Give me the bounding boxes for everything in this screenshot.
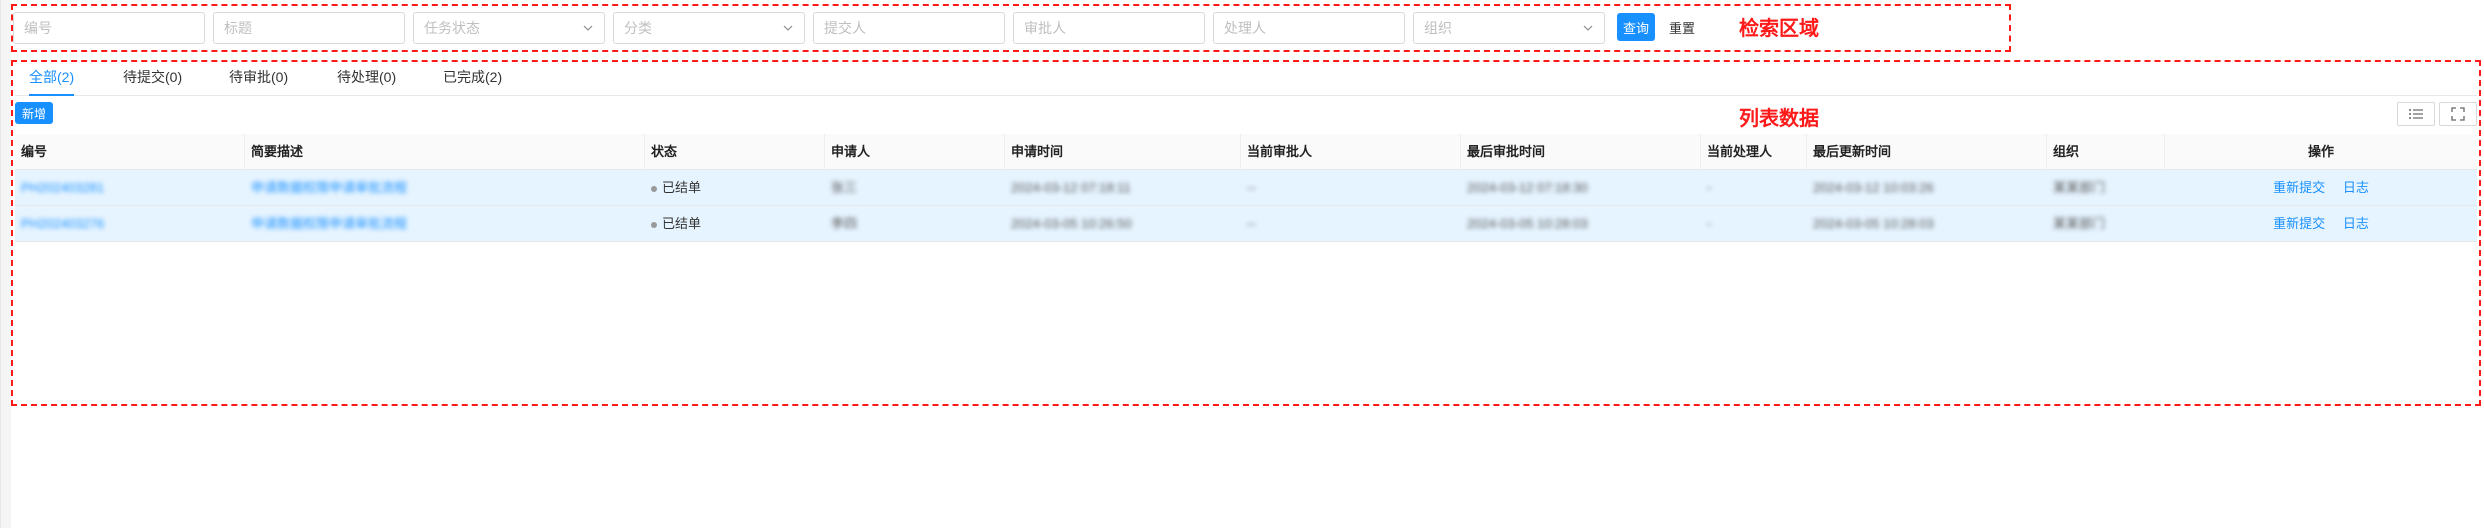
tab-completed[interactable]: 已完成(2) [443,66,502,96]
category-input[interactable] [624,20,794,36]
update-time-cell: 2024-03-05 10:28:03 [1813,216,1934,231]
org-select[interactable] [1413,12,1605,44]
status-tabs: 全部(2) 待提交(0) 待审批(0) 待处理(0) 已完成(2) [15,62,2477,96]
column-header: 编号 [15,134,245,170]
column-header: 当前处理人 [1701,134,1807,170]
last-approve-time-cell: 2024-03-05 10:28:03 [1467,216,1588,231]
table-row[interactable]: PH202403281 申请数据权限申请审批流程 已结单 张三 2024-03-… [15,170,2477,206]
handler-input[interactable] [1224,20,1394,36]
task-status-input[interactable] [424,20,594,36]
column-header: 组织 [2047,134,2165,170]
id-cell[interactable]: PH202403276 [15,206,104,242]
status-text: 已结单 [662,180,702,195]
title-field[interactable] [213,12,405,44]
resubmit-link[interactable]: 重新提交 [2273,216,2325,231]
last-approve-time-cell: 2024-03-12 07:18:30 [1467,180,1588,195]
log-link[interactable]: 日志 [2343,216,2369,231]
apply-time-cell: 2024-03-05 10:26:50 [1011,216,1132,231]
desc-cell[interactable]: 申请数据权限申请审批流程 [245,206,407,242]
org-cell: 某某部门 [2053,216,2106,231]
reset-button[interactable]: 重置 [1663,13,1701,41]
category-select[interactable] [613,12,805,44]
apply-time-cell: 2024-03-12 07:18:11 [1011,180,1131,195]
actions-cell: 重新提交 日志 [2165,206,2477,242]
column-header: 操作 [2307,144,2334,159]
title-input[interactable] [224,20,394,36]
status-cell: 已结单 [645,170,701,206]
column-header: 状态 [645,134,825,170]
fullscreen-icon [2451,107,2465,121]
chevron-down-icon [783,25,793,31]
column-header: 简要描述 [245,134,645,170]
table-header: 编号 简要描述 状态 申请人 申请时间 当前审批人 最后审批时间 当前处理人 最… [15,134,2477,170]
org-input[interactable] [1424,20,1594,36]
fullscreen-button[interactable] [2439,102,2477,126]
status-text: 已结单 [662,216,702,231]
handler-field[interactable] [1213,12,1405,44]
submitter-field[interactable] [813,12,1005,44]
add-button[interactable]: 新增 [15,102,53,124]
tab-to-process[interactable]: 待处理(0) [337,66,396,96]
tab-to-approve[interactable]: 待审批(0) [229,66,288,96]
resubmit-link[interactable]: 重新提交 [2273,180,2325,195]
column-header: 申请人 [825,134,1005,170]
status-dot-icon [651,185,657,192]
table-row[interactable]: PH202403276 申请数据权限申请审批流程 已结单 李四 2024-03-… [15,206,2477,242]
log-link[interactable]: 日志 [2343,180,2369,195]
org-cell: 某某部门 [2053,180,2106,195]
desc-cell[interactable]: 申请数据权限申请审批流程 [245,170,407,206]
query-button[interactable]: 查询 [1617,13,1655,41]
column-header: 当前审批人 [1241,134,1461,170]
approver-cell: -- [1247,216,1256,231]
chevron-down-icon [1583,25,1593,31]
actions-cell: 重新提交 日志 [2165,170,2477,206]
column-header: 申请时间 [1005,134,1241,170]
handler-cell: - [1707,216,1712,231]
submitter-input[interactable] [824,20,994,36]
approver-field[interactable] [1013,12,1205,44]
update-time-cell: 2024-03-12 10:03:26 [1813,180,1934,195]
left-strip [1,0,11,528]
column-settings-button[interactable] [2397,102,2435,126]
status-cell: 已结单 [645,206,701,242]
list-icon [2409,109,2423,119]
page: 检索区域 查询 重置 列表数据 全部(2) 待提交(0) 待审批(0) 待处理(… [0,0,2484,528]
handler-cell: - [1707,180,1712,195]
column-header: 最后审批时间 [1461,134,1701,170]
id-cell[interactable]: PH202403281 [15,170,104,206]
applicant-cell: 张三 [831,180,858,195]
column-header: 最后更新时间 [1807,134,2047,170]
id-input[interactable] [24,20,194,36]
approver-input[interactable] [1024,20,1194,36]
list-area-annotation-label: 列表数据 [1739,106,1819,130]
tab-all[interactable]: 全部(2) [29,66,75,96]
id-field[interactable] [13,12,205,44]
chevron-down-icon [583,25,593,31]
tab-to-submit[interactable]: 待提交(0) [123,66,182,96]
search-area-annotation-label: 检索区域 [1739,16,1819,40]
applicant-cell: 李四 [831,216,858,231]
task-table: 编号 简要描述 状态 申请人 申请时间 当前审批人 最后审批时间 当前处理人 最… [15,134,2477,242]
approver-cell: -- [1247,180,1256,195]
status-dot-icon [651,221,657,228]
task-status-select[interactable] [413,12,605,44]
